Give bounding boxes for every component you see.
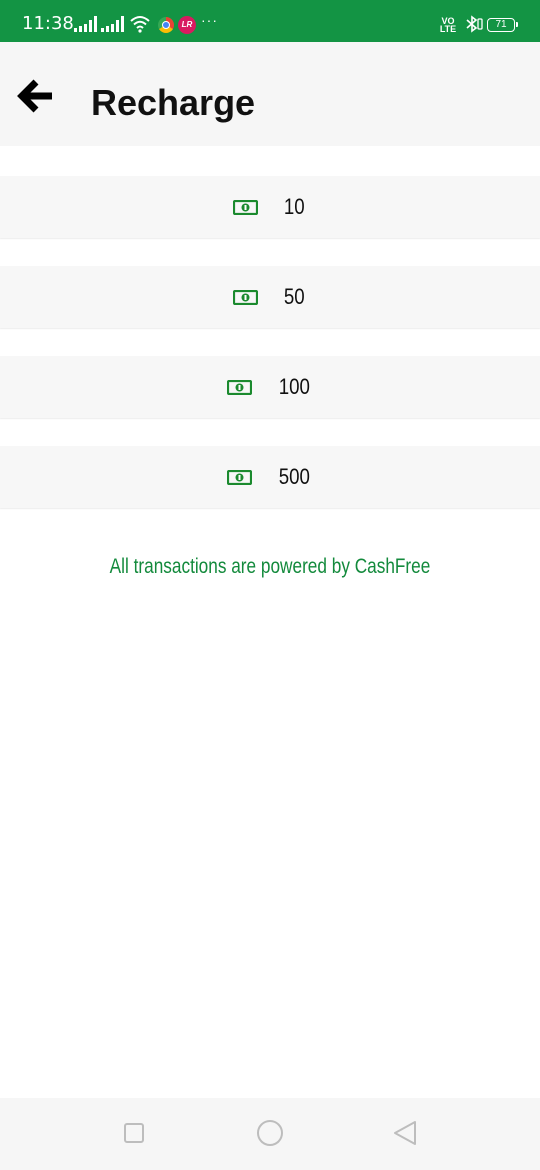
- payment-provider-note: All transactions are powered by CashFree: [109, 555, 431, 578]
- status-bar: 11:38 LR ··· VO LTE 71: [0, 0, 540, 42]
- amount-option-50[interactable]: 50: [0, 266, 540, 328]
- status-time: 11:38: [22, 13, 74, 34]
- signal-strength-icon-2: [101, 16, 124, 32]
- back-arrow-icon[interactable]: [16, 78, 56, 114]
- recent-apps-icon[interactable]: [124, 1123, 144, 1143]
- cash-icon: [233, 289, 259, 305]
- system-nav-bar: [0, 1098, 540, 1170]
- amount-value: 100: [278, 374, 311, 399]
- wifi-icon: [130, 16, 150, 33]
- lr-app-icon: LR: [178, 16, 196, 34]
- amount-list: 10 50 100 500: [0, 176, 540, 536]
- app-bar: Recharge: [0, 42, 540, 146]
- signal-strength-icon: [74, 16, 97, 32]
- amount-value: 50: [284, 284, 305, 309]
- page-title: Recharge: [91, 82, 256, 123]
- amount-option-100[interactable]: 100: [0, 356, 540, 418]
- amount-option-500[interactable]: 500: [0, 446, 540, 508]
- amount-value: 500: [278, 464, 311, 489]
- home-icon[interactable]: [257, 1120, 283, 1146]
- amount-value: 10: [284, 194, 305, 219]
- cash-icon: [227, 469, 253, 485]
- bluetooth-icon: [466, 15, 483, 33]
- amount-option-10[interactable]: 10: [0, 176, 540, 238]
- more-notifications-icon: ···: [201, 12, 218, 28]
- nav-back-icon[interactable]: [392, 1120, 418, 1146]
- volte-icon: VO LTE: [439, 16, 457, 34]
- battery-icon: 71: [487, 18, 518, 32]
- cash-icon: [233, 199, 259, 215]
- cash-icon: [227, 379, 253, 395]
- chrome-icon: [158, 17, 174, 33]
